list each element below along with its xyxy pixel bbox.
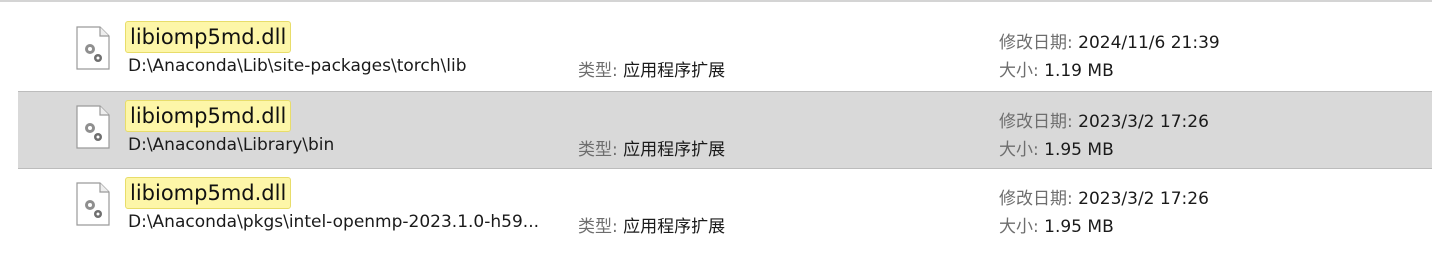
size-value: 1.19 MB: [1044, 61, 1114, 81]
file-name[interactable]: libiomp5md.dll: [125, 177, 292, 209]
file-type: 类型: 应用程序扩展: [578, 135, 725, 160]
file-type: 类型: 应用程序扩展: [578, 212, 725, 237]
type-value: 应用程序扩展: [623, 140, 726, 160]
file-size: 大小: 1.95 MB: [999, 135, 1114, 160]
settings-file-icon: [75, 25, 111, 71]
type-label: 类型:: [578, 217, 618, 237]
date-value: 2023/3/2 17:26: [1078, 112, 1209, 132]
type-label: 类型:: [578, 61, 618, 81]
type-value: 应用程序扩展: [623, 217, 726, 237]
date-value: 2024/11/6 21:39: [1078, 33, 1220, 53]
size-label: 大小:: [999, 217, 1039, 237]
search-results-list: libiomp5md.dll D:\Anaconda\Lib\site-pack…: [0, 13, 1432, 247]
file-type: 类型: 应用程序扩展: [578, 56, 725, 81]
top-divider: [0, 0, 1432, 2]
date-label: 修改日期:: [999, 189, 1073, 209]
modified-date: 修改日期: 2023/3/2 17:26: [999, 184, 1209, 209]
date-value: 2023/3/2 17:26: [1078, 189, 1209, 209]
type-value: 应用程序扩展: [623, 61, 726, 81]
result-row-selected[interactable]: libiomp5md.dll D:\Anaconda\Library\bin 类…: [18, 91, 1432, 169]
date-label: 修改日期:: [999, 33, 1073, 53]
size-value: 1.95 MB: [1044, 217, 1114, 237]
size-value: 1.95 MB: [1044, 140, 1114, 160]
size-label: 大小:: [999, 140, 1039, 160]
file-name[interactable]: libiomp5md.dll: [125, 100, 292, 132]
file-size: 大小: 1.19 MB: [999, 56, 1114, 81]
settings-file-icon: [75, 104, 111, 150]
file-path: D:\Anaconda\pkgs\intel-openmp-2023.1.0-h…: [128, 212, 539, 232]
modified-date: 修改日期: 2024/11/6 21:39: [999, 28, 1220, 53]
result-row[interactable]: libiomp5md.dll D:\Anaconda\Lib\site-pack…: [0, 13, 1432, 91]
file-path: D:\Anaconda\Lib\site-packages\torch\lib: [128, 56, 467, 76]
size-label: 大小:: [999, 61, 1039, 81]
file-path: D:\Anaconda\Library\bin: [128, 135, 335, 155]
settings-file-icon: [75, 181, 111, 227]
result-row[interactable]: libiomp5md.dll D:\Anaconda\pkgs\intel-op…: [0, 169, 1432, 247]
file-name[interactable]: libiomp5md.dll: [125, 21, 292, 53]
date-label: 修改日期:: [999, 112, 1073, 132]
type-label: 类型:: [578, 140, 618, 160]
modified-date: 修改日期: 2023/3/2 17:26: [999, 107, 1209, 132]
file-size: 大小: 1.95 MB: [999, 212, 1114, 237]
